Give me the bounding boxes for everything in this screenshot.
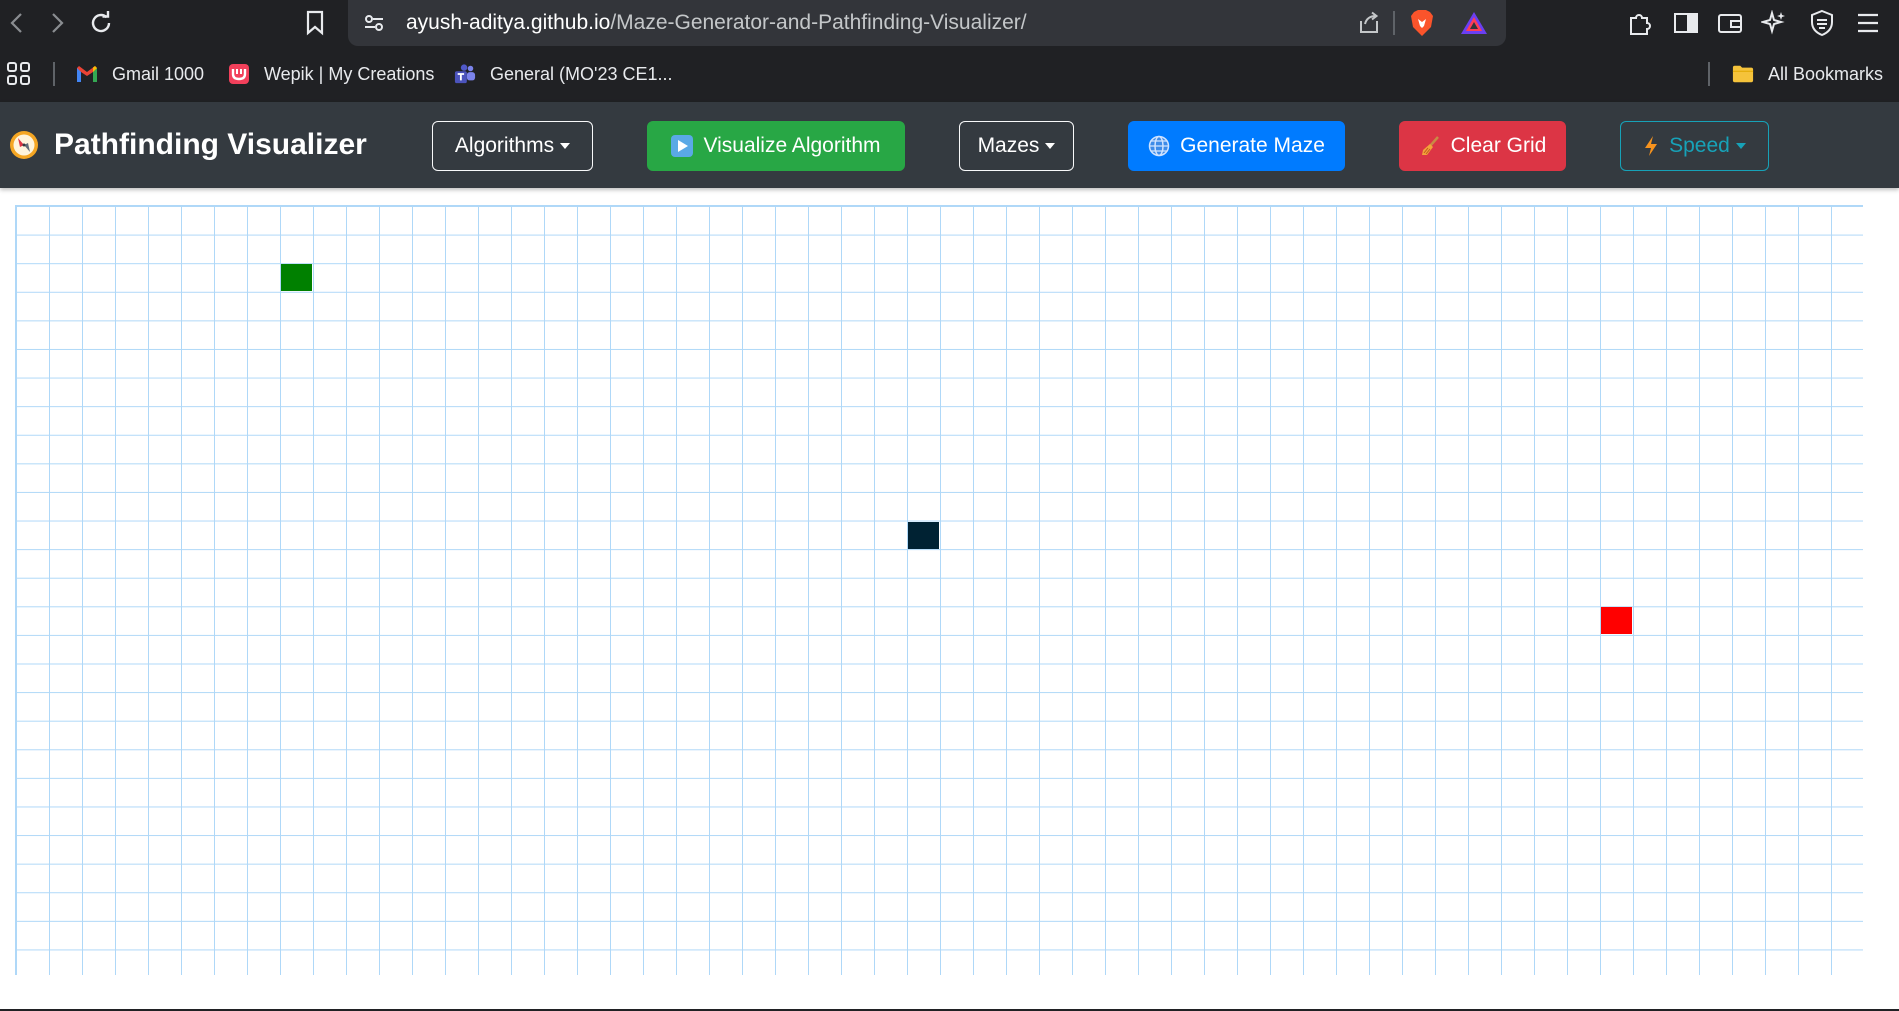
visualize-algorithm-button[interactable]: Visualize Algorithm <box>647 121 905 171</box>
chevron-down-icon <box>1735 143 1746 149</box>
menu-icon[interactable] <box>1852 7 1884 39</box>
brave-rewards-icon[interactable] <box>1458 7 1490 39</box>
app-navbar: Pathfinding Visualizer Algorithms Visual… <box>0 102 1899 188</box>
app-brand[interactable]: Pathfinding Visualizer <box>8 102 367 188</box>
broom-icon <box>1419 135 1441 157</box>
wallet-icon[interactable] <box>1714 7 1746 39</box>
app-title: Pathfinding Visualizer <box>54 128 367 161</box>
bookmark-label: Wepik | My Creations <box>264 63 435 84</box>
vpn-icon[interactable] <box>1806 7 1838 39</box>
generate-maze-label: Generate Maze <box>1180 134 1325 157</box>
leo-ai-icon[interactable] <box>1758 7 1790 39</box>
address-bar[interactable]: ayush-aditya.github.io/Maze-Generator-an… <box>348 0 1506 46</box>
reload-icon[interactable] <box>84 6 118 40</box>
all-bookmarks-label: All Bookmarks <box>1768 63 1884 84</box>
start-node[interactable] <box>281 264 312 292</box>
brave-shields-icon[interactable] <box>1406 7 1438 39</box>
generate-maze-button[interactable]: Generate Maze <box>1128 121 1345 171</box>
browser-toolbar: ayush-aditya.github.io/Maze-Generator-an… <box>0 0 1899 46</box>
url-text[interactable]: ayush-aditya.github.io/Maze-Generator-an… <box>406 0 1027 46</box>
share-icon[interactable] <box>1353 7 1385 39</box>
wepik-icon <box>228 63 250 85</box>
wall-node[interactable] <box>908 521 939 549</box>
bookmark-gmail[interactable]: Gmail 1000 <box>76 46 204 102</box>
mazes-dropdown[interactable]: Mazes <box>959 121 1074 171</box>
forward-icon[interactable] <box>40 6 74 40</box>
apps-grid-icon[interactable] <box>6 46 32 102</box>
bookmark-label: Gmail 1000 <box>112 63 205 84</box>
compass-icon <box>10 131 38 159</box>
visualize-label: Visualize Algorithm <box>703 134 881 157</box>
teams-icon <box>454 63 476 85</box>
bookmarks-bar: Gmail 1000 Wepik | My Creations General … <box>0 46 1899 103</box>
bookmarks-divider-right <box>1708 62 1710 86</box>
sidebar-icon[interactable] <box>1670 7 1702 39</box>
play-icon <box>671 135 694 157</box>
bookmark-wepik[interactable]: Wepik | My Creations <box>228 46 434 102</box>
pathfinding-grid[interactable] <box>15 205 1863 975</box>
gmail-icon <box>76 63 98 85</box>
target-node[interactable] <box>1601 607 1632 635</box>
bookmark-icon[interactable] <box>298 6 332 40</box>
chevron-down-icon <box>560 143 571 149</box>
speed-label: Speed <box>1669 134 1730 157</box>
algorithms-dropdown[interactable]: Algorithms <box>432 121 593 171</box>
url-divider <box>1393 11 1395 35</box>
back-icon[interactable] <box>0 6 34 40</box>
folder-icon <box>1732 63 1754 85</box>
all-bookmarks-button[interactable]: All Bookmarks <box>1732 46 1883 102</box>
speed-dropdown[interactable]: Speed <box>1620 121 1769 171</box>
clear-grid-button[interactable]: Clear Grid <box>1399 121 1566 171</box>
lightning-icon <box>1643 135 1659 157</box>
bookmarks-divider <box>53 62 55 86</box>
chevron-down-icon <box>1045 143 1056 149</box>
bookmark-label: General (MO'23 CE1... <box>490 63 673 84</box>
url-path: /Maze-Generator-and-Pathfinding-Visualiz… <box>610 11 1027 34</box>
site-settings-icon[interactable] <box>358 7 390 39</box>
extensions-icon[interactable] <box>1624 7 1656 39</box>
clear-grid-label: Clear Grid <box>1450 134 1547 157</box>
mazes-label: Mazes <box>977 134 1040 157</box>
globe-icon <box>1148 135 1170 157</box>
url-host: ayush-aditya.github.io <box>406 11 611 34</box>
algorithms-label: Algorithms <box>454 134 555 157</box>
bookmark-teams[interactable]: General (MO'23 CE1... <box>454 46 673 102</box>
